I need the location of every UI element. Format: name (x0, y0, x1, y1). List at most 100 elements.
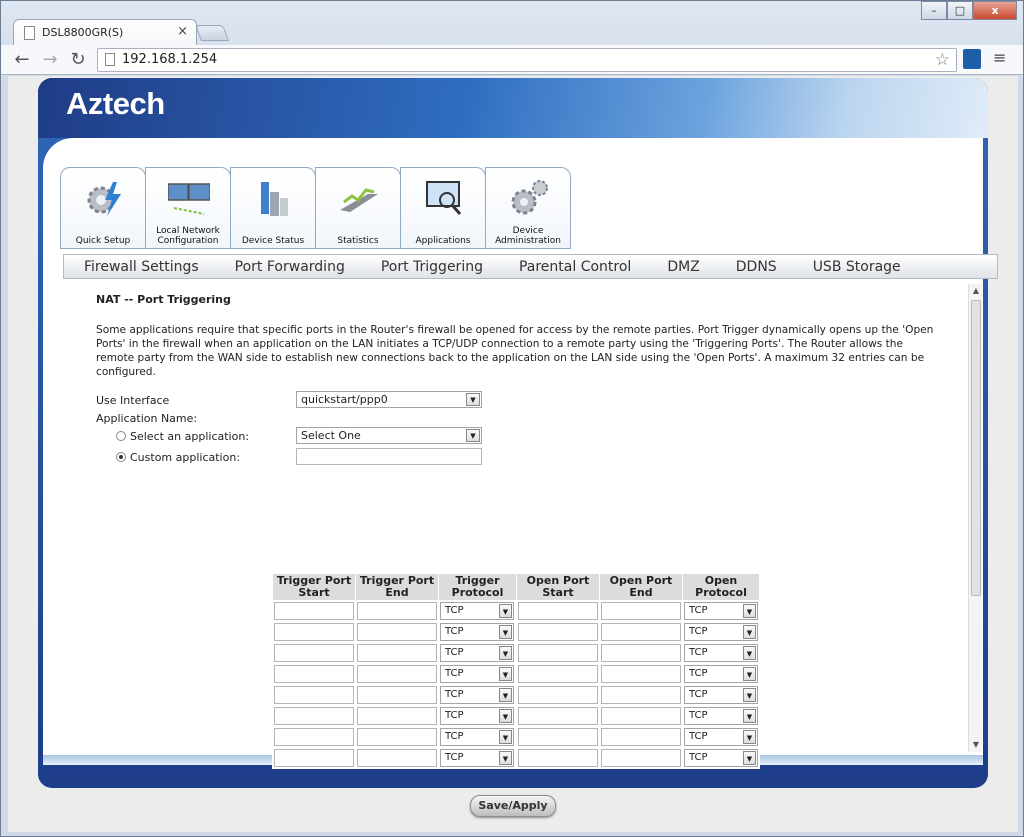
chevron-down-icon: ▼ (499, 667, 512, 681)
trigger-port-end-input[interactable] (357, 749, 437, 767)
page-title: NAT -- Port Triggering (96, 293, 231, 306)
reload-icon[interactable]: ↻ (67, 49, 89, 71)
open-protocol-select[interactable]: TCP ▼ (684, 749, 758, 767)
trigger-port-end-input[interactable] (357, 602, 437, 620)
forward-arrow-icon[interactable]: → (39, 49, 61, 71)
table-row: TCP ▼ TCP ▼ (272, 726, 760, 748)
subnav-usb-storage[interactable]: USB Storage (813, 259, 901, 275)
open-protocol-select[interactable]: TCP ▼ (684, 728, 758, 746)
subnav-parental-control[interactable]: Parental Control (519, 259, 631, 275)
trigger-port-end-input[interactable] (357, 728, 437, 746)
tab-applications[interactable]: Applications (400, 167, 486, 249)
open-port-end-input[interactable] (601, 665, 681, 683)
open-port-end-input[interactable] (601, 686, 681, 704)
table-cell: TCP ▼ (682, 684, 760, 706)
table-cell (272, 705, 356, 727)
trigger-port-end-input[interactable] (357, 665, 437, 683)
open-port-end-input[interactable] (601, 749, 681, 767)
bookmark-star-icon[interactable]: ☆ (935, 50, 950, 70)
application-select[interactable]: Select One ▼ (296, 427, 482, 444)
custom-application-radio[interactable] (116, 452, 126, 462)
trigger-port-start-input[interactable] (274, 665, 354, 683)
custom-application-option[interactable]: Custom application: (116, 451, 240, 464)
select-application-radio[interactable] (116, 431, 126, 441)
trigger-port-start-input[interactable] (274, 623, 354, 641)
select-application-option[interactable]: Select an application: (116, 430, 249, 443)
scroll-up-icon[interactable]: ▲ (969, 284, 983, 298)
tab-device-administration[interactable]: Device Administration (485, 167, 571, 249)
use-interface-label: Use Interface (96, 394, 170, 407)
trigger-port-end-input[interactable] (357, 623, 437, 641)
subnav-dmz[interactable]: DMZ (667, 259, 699, 275)
open-protocol-select[interactable]: TCP ▼ (684, 602, 758, 620)
tab-quick-setup[interactable]: Quick Setup (60, 167, 146, 249)
open-port-start-input[interactable] (518, 602, 598, 620)
subnav-firewall-settings[interactable]: Firewall Settings (84, 259, 199, 275)
scroll-down-icon[interactable]: ▼ (969, 738, 983, 752)
table-cell (355, 663, 439, 685)
open-port-start-input[interactable] (518, 707, 598, 725)
trigger-port-end-input[interactable] (357, 644, 437, 662)
trigger-protocol-select[interactable]: TCP ▼ (440, 665, 514, 683)
browser-tab[interactable]: DSL8800GR(S) × (13, 19, 197, 46)
port-triggering-form: NAT -- Port Triggering Some applications… (96, 293, 956, 817)
trigger-protocol-select[interactable]: TCP ▼ (440, 623, 514, 641)
subnav-port-triggering[interactable]: Port Triggering (381, 259, 483, 275)
tab-statistics[interactable]: Statistics (315, 167, 401, 249)
trigger-protocol-select[interactable]: TCP ▼ (440, 707, 514, 725)
open-port-end-input[interactable] (601, 728, 681, 746)
trigger-port-start-input[interactable] (274, 707, 354, 725)
address-bar[interactable]: 192.168.1.254 ☆ (97, 48, 957, 72)
trigger-port-start-input[interactable] (274, 644, 354, 662)
tab-local-network[interactable]: Local Network Configuration (145, 167, 231, 249)
trigger-protocol-select[interactable]: TCP ▼ (440, 602, 514, 620)
extension-icon[interactable] (963, 49, 981, 69)
trigger-port-end-input[interactable] (357, 686, 437, 704)
menu-icon[interactable]: ≡ (993, 48, 1006, 67)
close-window-button[interactable]: x (973, 1, 1017, 20)
open-port-end-input[interactable] (601, 644, 681, 662)
trigger-port-start-input[interactable] (274, 602, 354, 620)
new-tab-button[interactable] (195, 25, 229, 41)
open-port-start-input[interactable] (518, 749, 598, 767)
back-arrow-icon[interactable]: ← (11, 49, 33, 71)
open-port-end-input[interactable] (601, 623, 681, 641)
tab-close-icon[interactable]: × (177, 24, 188, 39)
open-port-start-input[interactable] (518, 728, 598, 746)
open-port-start-input[interactable] (518, 665, 598, 683)
open-protocol-select[interactable]: TCP ▼ (684, 644, 758, 662)
port-trigger-rows: TCP ▼ TCP ▼ TCP ▼ TCP ▼ TCP ▼ TCP ▼ TCP ▼ TCP ▼ TCP ▼ TCP ▼… (272, 600, 760, 769)
open-port-start-input[interactable] (518, 644, 598, 662)
trigger-protocol-select[interactable]: TCP ▼ (440, 728, 514, 746)
open-protocol-select[interactable]: TCP ▼ (684, 665, 758, 683)
open-port-end-input[interactable] (601, 602, 681, 620)
maximize-button[interactable]: □ (947, 1, 973, 20)
gears-icon (511, 180, 548, 215)
open-protocol-select[interactable]: TCP ▼ (684, 686, 758, 704)
trigger-protocol-select[interactable]: TCP ▼ (440, 644, 514, 662)
trigger-port-start-input[interactable] (274, 728, 354, 746)
tab-device-status[interactable]: Device Status (230, 167, 316, 249)
open-port-start-input[interactable] (518, 686, 598, 704)
content-scrollbar[interactable]: ▲ ▼ (968, 284, 982, 752)
trigger-protocol-select[interactable]: TCP ▼ (440, 686, 514, 704)
scroll-thumb[interactable] (971, 300, 981, 596)
table-row: TCP ▼ TCP ▼ (272, 621, 760, 643)
chevron-down-icon: ▼ (743, 709, 756, 723)
trigger-protocol-select[interactable]: TCP ▼ (440, 749, 514, 767)
open-protocol-select[interactable]: TCP ▼ (684, 623, 758, 641)
tab-label: Device Administration (495, 226, 561, 246)
open-port-end-input[interactable] (601, 707, 681, 725)
minimize-button[interactable]: – (921, 1, 947, 20)
table-cell: TCP ▼ (682, 726, 760, 748)
open-protocol-select[interactable]: TCP ▼ (684, 707, 758, 725)
trigger-port-start-input[interactable] (274, 686, 354, 704)
trigger-port-end-input[interactable] (357, 707, 437, 725)
custom-application-input[interactable] (296, 448, 482, 465)
subnav-port-forwarding[interactable]: Port Forwarding (235, 259, 345, 275)
subnav-ddns[interactable]: DDNS (736, 259, 777, 275)
trigger-port-start-input[interactable] (274, 749, 354, 767)
use-interface-select[interactable]: quickstart/ppp0 ▼ (296, 391, 482, 408)
save-apply-button[interactable]: Save/Apply (470, 795, 556, 817)
open-port-start-input[interactable] (518, 623, 598, 641)
